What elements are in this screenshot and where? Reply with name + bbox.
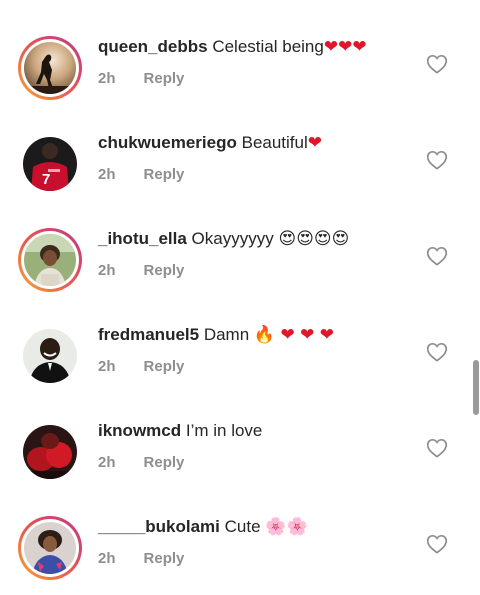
heart-outline-icon[interactable]: [426, 534, 448, 554]
comment-text: Cute: [224, 517, 261, 536]
reply-button[interactable]: Reply: [144, 166, 185, 183]
avatar[interactable]: 7: [23, 137, 77, 191]
avatar-image: [24, 234, 76, 286]
avatar-story-ring[interactable]: [18, 36, 82, 100]
reply-button[interactable]: Reply: [144, 70, 185, 87]
heart-outline-icon[interactable]: [426, 54, 448, 74]
reply-button[interactable]: Reply: [144, 358, 185, 375]
comment-text: Beautiful: [241, 133, 308, 152]
comment-emoji: ❤: [307, 133, 323, 153]
avatar[interactable]: [24, 42, 76, 94]
heart-outline-icon[interactable]: [426, 150, 448, 170]
comment-username[interactable]: fredmanuel5: [98, 325, 199, 344]
avatar-wrapper[interactable]: [18, 420, 82, 484]
reply-button[interactable]: Reply: [144, 262, 185, 279]
comment-item: iknowmcd I’m in love 2h Reply: [0, 402, 480, 498]
comment-emoji: 😍😍😍😍: [278, 229, 350, 249]
comment-text: Celestial being: [212, 37, 324, 56]
comment-text: Okayyyyyy: [191, 229, 274, 248]
comment-username[interactable]: _____bukolami: [98, 517, 220, 536]
avatar-image: [24, 42, 76, 94]
avatar[interactable]: [23, 329, 77, 383]
heart-outline-icon[interactable]: [426, 438, 448, 458]
comment-item: 7 chukwuemeriego Beautiful❤ 2h Reply: [0, 114, 480, 210]
comment-item: _____bukolami Cute 🌸🌸 2h Reply: [0, 498, 480, 594]
comment-text: Damn: [203, 325, 250, 344]
comment-timestamp: 2h: [98, 166, 116, 183]
comment-timestamp: 2h: [98, 550, 116, 567]
avatar[interactable]: [23, 425, 77, 479]
avatar-image: [23, 329, 77, 383]
heart-outline-icon[interactable]: [426, 342, 448, 362]
avatar-story-ring[interactable]: [18, 516, 82, 580]
avatar-wrapper[interactable]: [18, 324, 82, 388]
comment-item: fredmanuel5 Damn 🔥 ❤ ❤ ❤ 2h Reply: [0, 306, 480, 402]
comment-username[interactable]: iknowmcd: [98, 421, 181, 440]
svg-text:7: 7: [42, 171, 50, 188]
comment-username[interactable]: queen_debbs: [98, 37, 208, 56]
scrollbar-thumb[interactable]: [473, 360, 479, 415]
comment-timestamp: 2h: [98, 358, 116, 375]
comment-timestamp: 2h: [98, 454, 116, 471]
comment-text: I’m in love: [185, 421, 263, 440]
avatar-story-ring[interactable]: [18, 228, 82, 292]
avatar-image: [23, 425, 77, 479]
comment-emoji: ❤❤❤: [323, 37, 367, 57]
avatar[interactable]: [24, 234, 76, 286]
reply-button[interactable]: Reply: [144, 550, 185, 567]
comment-item: queen_debbs Celestial being❤❤❤ 2h Reply: [0, 18, 480, 114]
avatar-image: 7: [23, 137, 77, 191]
reply-button[interactable]: Reply: [144, 454, 185, 471]
comment-emoji: 🔥 ❤ ❤ ❤: [253, 325, 335, 345]
comment-timestamp: 2h: [98, 262, 116, 279]
avatar-wrapper[interactable]: 7: [18, 132, 82, 196]
avatar-image: [24, 522, 76, 574]
comment-item: _ihotu_ella Okayyyyyy 😍😍😍😍 2h Reply: [0, 210, 480, 306]
heart-outline-icon[interactable]: [426, 246, 448, 266]
comment-username[interactable]: chukwuemeriego: [98, 133, 237, 152]
comment-username[interactable]: _ihotu_ella: [98, 229, 187, 248]
comment-timestamp: 2h: [98, 70, 116, 87]
comment-list: queen_debbs Celestial being❤❤❤ 2h Reply …: [0, 18, 480, 594]
avatar[interactable]: [24, 522, 76, 574]
comment-emoji: 🌸🌸: [265, 517, 308, 537]
